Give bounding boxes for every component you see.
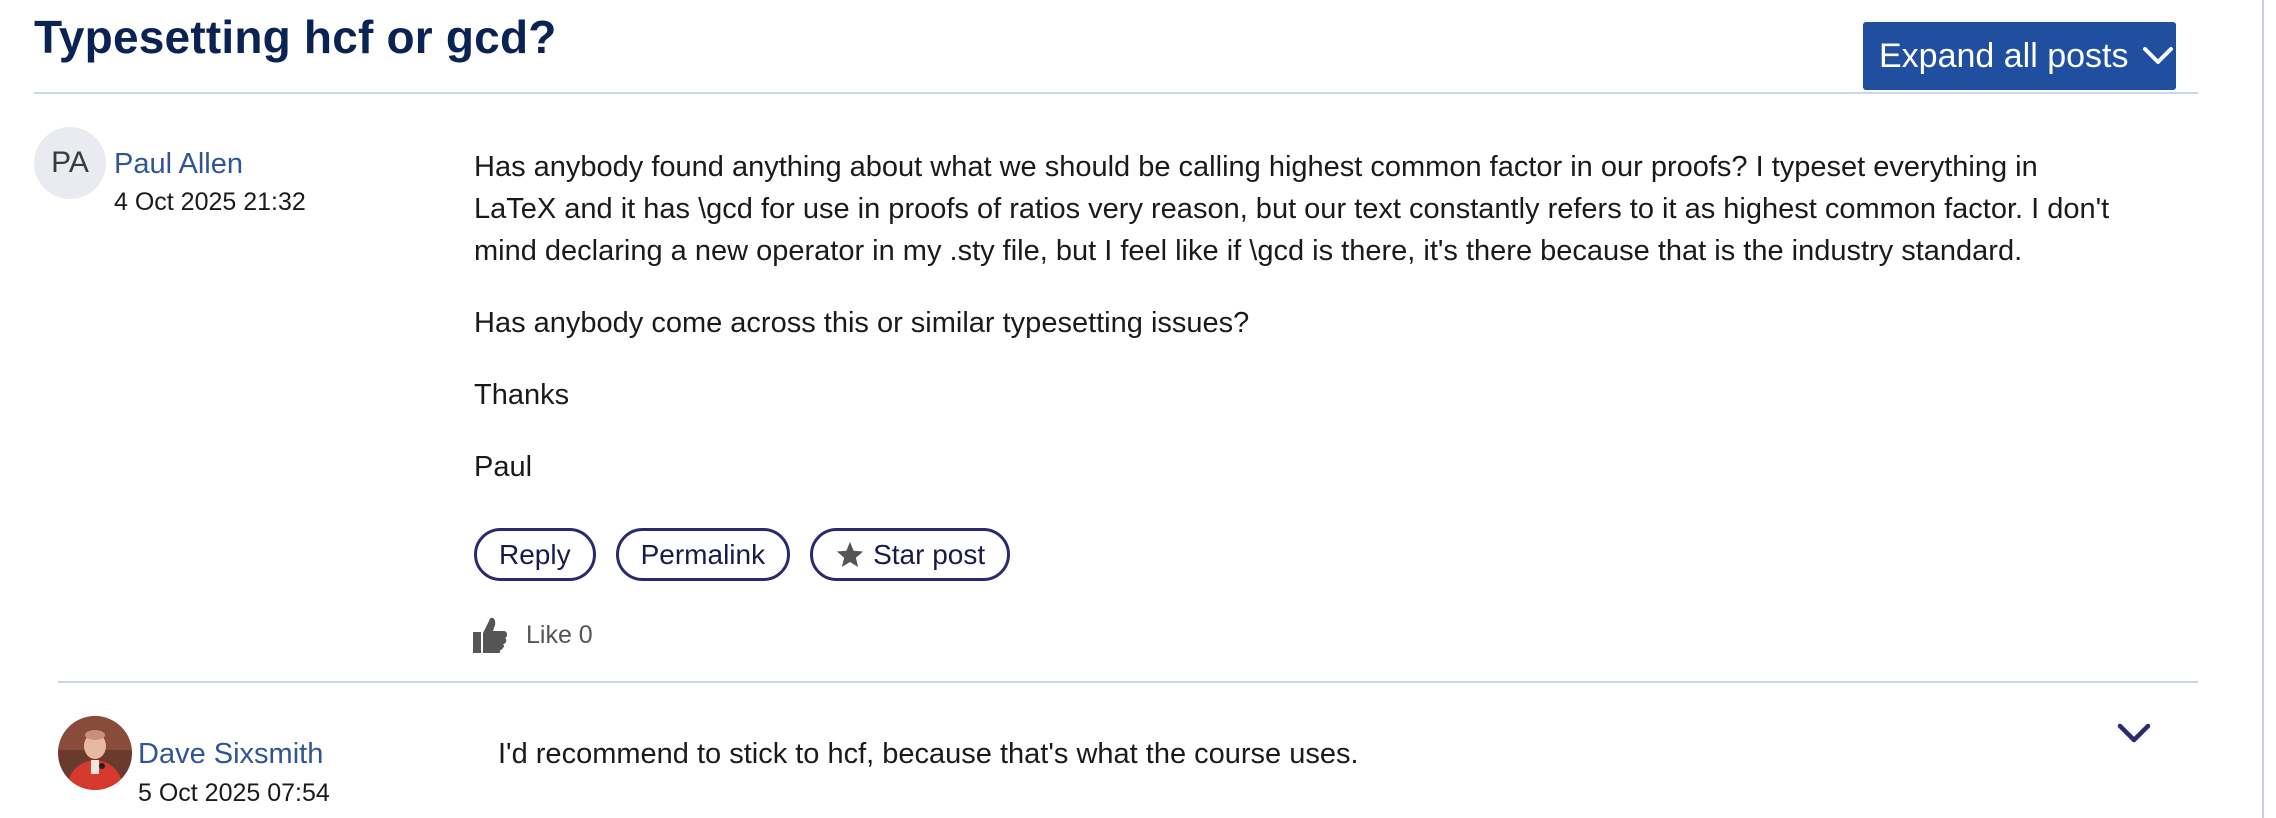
avatar: [58, 716, 132, 790]
scrollbar[interactable]: [2262, 0, 2276, 818]
post-paragraph: Has anybody found anything about what we…: [474, 151, 2110, 267]
user-photo: [58, 716, 132, 790]
post-paragraph: Paul: [474, 451, 533, 483]
author-name-link[interactable]: Dave Sixsmith: [138, 738, 323, 771]
header-divider: [34, 92, 2198, 94]
thumbs-up-icon[interactable]: [472, 616, 508, 654]
reply-label: Reply: [499, 538, 571, 570]
thread-title: Typesetting hcf or gcd?: [34, 11, 557, 63]
post-paragraph: Thanks: [474, 379, 570, 411]
like-control[interactable]: Like 0: [472, 616, 593, 654]
like-count: Like 0: [526, 620, 593, 649]
chevron-down-icon[interactable]: [2116, 720, 2152, 748]
post-body: Has anybody found anything about what we…: [474, 146, 2114, 488]
post-paragraph: Has anybody come across this or similar …: [474, 307, 1250, 339]
expand-all-posts-button[interactable]: Expand all posts: [1863, 22, 2176, 90]
forum-thread-page: Typesetting hcf or gcd? Expand all posts…: [0, 0, 2276, 818]
reply-button[interactable]: Reply: [474, 528, 596, 581]
star-post-label: Star post: [873, 538, 986, 570]
chevron-down-icon: [2142, 47, 2173, 64]
post-divider: [58, 681, 2198, 683]
author-name-link[interactable]: Paul Allen: [114, 148, 243, 181]
post-actions: Reply Permalink Star post: [474, 528, 1011, 581]
expand-all-posts-label: Expand all posts: [1879, 36, 2129, 75]
post-date: 5 Oct 2025 07:54: [138, 779, 330, 807]
permalink-label: Permalink: [640, 538, 766, 570]
post-date: 4 Oct 2025 21:32: [114, 188, 306, 216]
avatar: PA: [34, 127, 106, 199]
star-icon: [836, 541, 864, 567]
post-body: I'd recommend to stick to hcf, because t…: [498, 738, 1359, 770]
star-post-button[interactable]: Star post: [810, 528, 1011, 581]
permalink-button[interactable]: Permalink: [615, 528, 791, 581]
